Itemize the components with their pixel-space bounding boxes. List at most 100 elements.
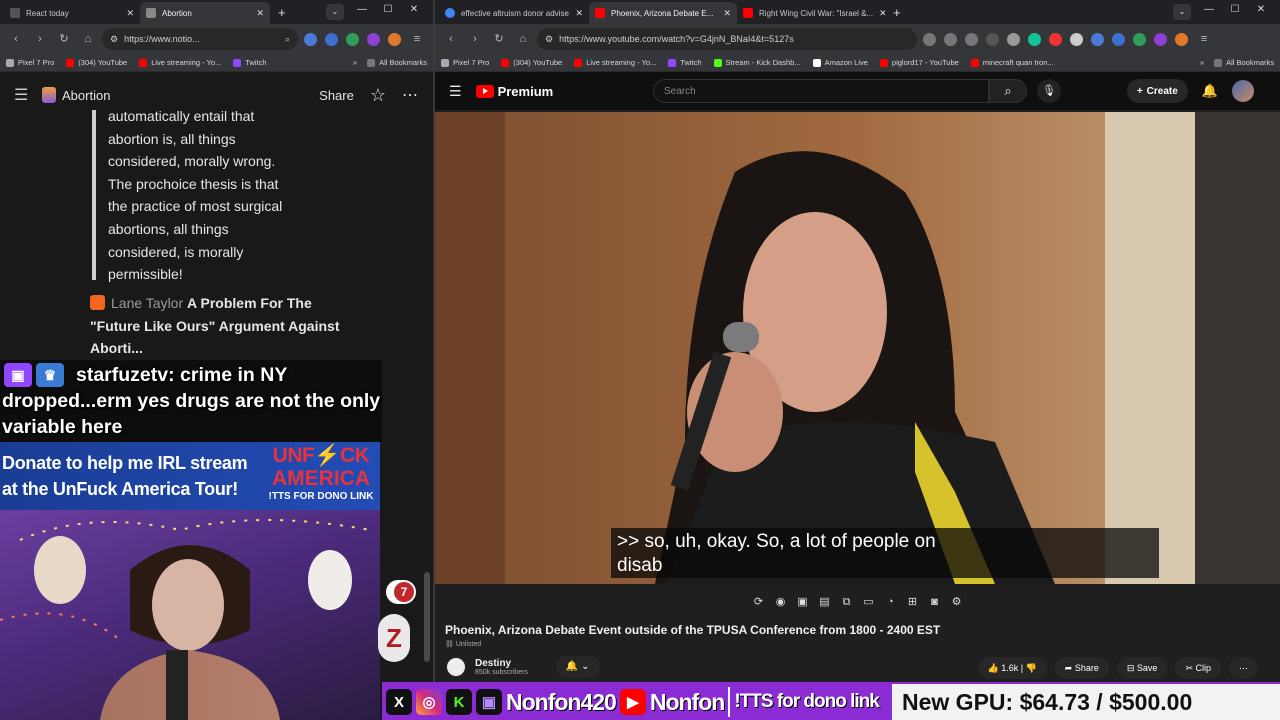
address-bar[interactable]: ⚙ https://www.notio... ⌕	[102, 28, 298, 50]
tab-abortion[interactable]: Abortion ✕	[140, 2, 270, 24]
clip-button[interactable]: ✂ Clip	[1175, 657, 1221, 679]
save-button[interactable]: ⊟ Save	[1116, 657, 1168, 679]
site-info-icon[interactable]: ⚙	[545, 34, 553, 45]
audio-icon[interactable]: ◉	[773, 594, 789, 610]
more-actions-button[interactable]: ⋯	[1229, 657, 1258, 679]
more-bookmarks-icon[interactable]: »	[353, 58, 357, 67]
channel-avatar[interactable]	[445, 656, 467, 678]
tab-search-button[interactable]: ⌄	[1173, 4, 1191, 20]
home-icon[interactable]: ⌂	[513, 29, 533, 49]
forward-icon[interactable]: ›	[465, 29, 485, 49]
extension-icon[interactable]	[325, 32, 338, 46]
extension-icon[interactable]	[1133, 32, 1146, 46]
profile-avatar[interactable]	[388, 32, 401, 46]
close-tab-icon[interactable]: ✕	[569, 8, 583, 19]
cinema-icon[interactable]: ▤	[817, 594, 833, 610]
guide-menu-icon[interactable]: ☰	[449, 83, 462, 100]
bookmark-item[interactable]: Twitch	[668, 58, 702, 67]
share-button[interactable]: ➦ Share	[1054, 657, 1109, 679]
bookmark-item[interactable]: Live streaming - Yo...	[574, 58, 656, 67]
back-icon[interactable]: ‹	[6, 29, 26, 49]
pip-icon[interactable]: ⧉	[839, 594, 855, 610]
voice-search-button[interactable]: 🎙	[1037, 79, 1061, 103]
bookmark-item[interactable]: Amazon Live	[812, 58, 868, 67]
expand-icon[interactable]: ⊞	[905, 594, 921, 610]
site-info-icon[interactable]: ⚙	[110, 34, 118, 45]
minimize-icon[interactable]: —	[1196, 4, 1222, 15]
grammarly-icon[interactable]	[1028, 32, 1041, 46]
tab-right-wing-civil-war[interactable]: Right Wing Civil War: "Israel &... ✕	[737, 2, 885, 24]
bookmark-star-icon[interactable]	[965, 32, 978, 46]
close-tab-icon[interactable]: ✕	[717, 8, 731, 19]
back-icon[interactable]: ‹	[441, 29, 461, 49]
tab-phoenix-debate[interactable]: Phoenix, Arizona Debate E... ✕	[589, 2, 737, 24]
close-window-icon[interactable]: ✕	[401, 4, 427, 15]
zoom-icon[interactable]: ⌕	[285, 34, 290, 45]
minimize-icon[interactable]: —	[349, 4, 375, 15]
citation-link[interactable]: Lane Taylor A Problem For The "Future Li…	[90, 292, 340, 360]
like-button[interactable]: 👍 1.6k | 👎	[977, 657, 1047, 679]
maximize-icon[interactable]: ☐	[375, 4, 401, 15]
extension-icon[interactable]	[1154, 32, 1167, 46]
settings-gear-icon[interactable]: ⚙	[949, 594, 965, 610]
account-avatar[interactable]	[1232, 80, 1254, 102]
extension-icon[interactable]	[1007, 32, 1020, 46]
bookmark-item[interactable]: piglord17 - YouTube	[879, 58, 959, 67]
extension-icon[interactable]	[923, 32, 936, 46]
maximize-icon[interactable]: ☐	[1222, 4, 1248, 15]
close-tab-icon[interactable]: ✕	[250, 8, 264, 19]
reload-icon[interactable]: ↻	[54, 29, 74, 49]
menu-icon[interactable]: ≡	[407, 29, 427, 49]
more-options-icon[interactable]: ⋯	[402, 85, 419, 105]
thumbs-down-icon[interactable]: 👎	[1026, 663, 1037, 673]
sidebar-toggle-icon[interactable]: ☰	[14, 85, 42, 105]
tab-effective-altruism[interactable]: effective altruism donor advise... ✕	[439, 2, 589, 24]
new-tab-button[interactable]: +	[885, 2, 909, 24]
quote-block[interactable]: automatically entail that abortion is, a…	[108, 105, 348, 286]
notifications-bell-icon[interactable]: 🔔	[1202, 83, 1218, 99]
bookmark-item[interactable]: Live streaming - Yo...	[139, 58, 221, 67]
forward-icon[interactable]: ›	[30, 29, 50, 49]
bookmark-item[interactable]: (304) YouTube	[501, 58, 562, 67]
camera-icon[interactable]: ◙	[927, 594, 943, 610]
menu-icon[interactable]: ≡	[1194, 29, 1214, 49]
all-bookmarks[interactable]: All Bookmarks	[367, 58, 427, 67]
loop-icon[interactable]: ⟳	[751, 594, 767, 610]
extension-icon[interactable]	[1049, 32, 1062, 46]
scrollbar[interactable]	[424, 572, 430, 662]
close-tab-icon[interactable]: ✕	[120, 8, 134, 19]
reload-icon[interactable]: ↻	[489, 29, 509, 49]
bookmark-item[interactable]: minecraft quan tron...	[970, 58, 1054, 67]
extension-icon[interactable]	[986, 32, 999, 46]
more-bookmarks-icon[interactable]: »	[1200, 58, 1204, 67]
speed-icon[interactable]: ◔	[883, 594, 899, 610]
create-button[interactable]: + Create	[1126, 79, 1188, 103]
youtube-logo[interactable]: Premium	[475, 84, 553, 99]
subscription-bell-button[interactable]: 🔔 ⌄	[555, 656, 600, 678]
theater-icon[interactable]: ▭	[861, 594, 877, 610]
profile-avatar[interactable]	[1175, 32, 1188, 46]
search-button[interactable]: ⌕	[989, 79, 1027, 103]
extension-icon[interactable]	[1070, 32, 1083, 46]
extension-icon[interactable]	[346, 32, 359, 46]
bookmark-item[interactable]: Twitch	[233, 58, 267, 67]
screenshot-icon[interactable]: ▣	[795, 594, 811, 610]
address-bar[interactable]: ⚙ https://www.youtube.com/watch?v=G4jnN_…	[537, 28, 917, 50]
extension-icon[interactable]	[1112, 32, 1125, 46]
close-window-icon[interactable]: ✕	[1248, 4, 1274, 15]
video-player[interactable]: >> so, uh, okay. So, a lot of people on …	[435, 112, 1280, 584]
extension-icon[interactable]	[944, 32, 957, 46]
tab-search-button[interactable]: ⌄	[326, 4, 344, 20]
page-title[interactable]: Abortion	[62, 88, 110, 103]
channel-name[interactable]: Destiny	[475, 658, 528, 669]
bookmark-item[interactable]: (304) YouTube	[66, 58, 127, 67]
home-icon[interactable]: ⌂	[78, 29, 98, 49]
tab-react-today[interactable]: React today ✕	[4, 2, 140, 24]
bookmark-item[interactable]: Pixel 7 Pro	[6, 58, 54, 67]
close-tab-icon[interactable]: ✕	[873, 8, 885, 19]
share-button[interactable]: Share	[319, 88, 354, 103]
new-tab-button[interactable]: +	[270, 2, 294, 24]
extension-icon[interactable]	[304, 32, 317, 46]
favorite-star-icon[interactable]: ☆	[370, 85, 386, 106]
bookmark-item[interactable]: Pixel 7 Pro	[441, 58, 489, 67]
